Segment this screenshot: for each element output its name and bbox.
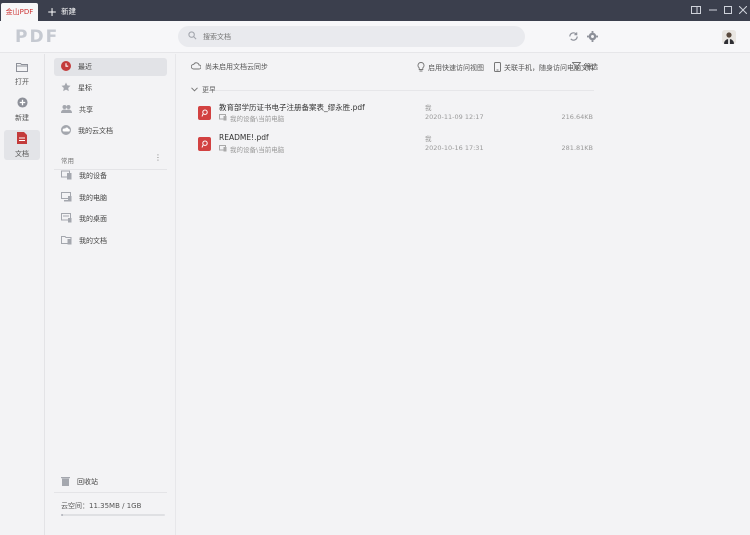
file-owner: 我 bbox=[425, 135, 432, 143]
sidebar-item-label: 回收站 bbox=[77, 478, 98, 486]
sidebar-item-label: 我的文档 bbox=[79, 237, 107, 245]
star-icon bbox=[61, 82, 71, 94]
section-common-label: 常用 bbox=[61, 157, 74, 165]
phone-icon bbox=[494, 62, 501, 74]
cloud-icon bbox=[190, 62, 202, 72]
sidebar-item-recent[interactable]: 最近 bbox=[54, 58, 167, 76]
close-icon[interactable] bbox=[737, 4, 749, 16]
cloud-sync-link[interactable]: 尚未启用文档云同步 bbox=[190, 62, 268, 72]
device-icon bbox=[61, 170, 72, 182]
tablet-mode-icon[interactable] bbox=[690, 4, 702, 16]
desktop-icon bbox=[61, 213, 72, 225]
search-input[interactable] bbox=[203, 32, 503, 41]
file-time: 2020-10-16 17:31 bbox=[425, 144, 484, 152]
file-location-text: 我的设备\当前电脑 bbox=[230, 115, 285, 123]
nav-open-label: 打开 bbox=[15, 77, 29, 86]
maximize-icon[interactable] bbox=[722, 4, 734, 16]
filter-icon bbox=[571, 62, 582, 72]
app-header: PDF bbox=[0, 21, 750, 53]
pdf-file-icon bbox=[198, 106, 211, 120]
tab-kingsoft-pdf[interactable]: 金山PDF bbox=[1, 3, 38, 21]
sidebar-item-my-desktop[interactable]: 我的桌面 bbox=[54, 210, 167, 228]
document-icon bbox=[17, 131, 27, 146]
tab-label: 金山PDF bbox=[5, 8, 34, 16]
device-icon bbox=[219, 113, 227, 123]
pdf-file-icon bbox=[198, 137, 211, 151]
file-owner: 我 bbox=[425, 104, 432, 112]
more-icon[interactable]: ⋮ bbox=[154, 153, 162, 162]
new-tab-label: 新建 bbox=[61, 7, 77, 16]
group-earlier-label: 更早 bbox=[202, 86, 216, 94]
device-icon bbox=[219, 144, 227, 154]
plus-icon: + bbox=[47, 4, 58, 19]
sidebar-item-my-documents[interactable]: 我的文档 bbox=[54, 232, 167, 250]
file-location: 我的设备\当前电脑 bbox=[219, 144, 284, 154]
file-time: 2020-11-09 12:17 bbox=[425, 113, 484, 121]
trash-icon bbox=[61, 476, 70, 488]
sidebar-item-label: 我的设备 bbox=[79, 172, 107, 180]
folder-doc-icon bbox=[61, 235, 72, 247]
nav-new-label: 新建 bbox=[15, 114, 29, 122]
filter-label: 筛选 bbox=[584, 63, 598, 71]
file-location-text: 我的设备\当前电脑 bbox=[230, 146, 285, 154]
sidebar: 最近 星标 共享 我的云文档 常用 ⋮ 我的设备 我的电脑 我的桌面 我的文档 … bbox=[46, 54, 176, 535]
toolbar-actions: 启用快速访问视图 关联手机，随身访问电脑文件 bbox=[417, 62, 595, 74]
left-nav: 打开 新建 文档 bbox=[0, 54, 45, 535]
computer-icon bbox=[61, 192, 72, 204]
file-location: 我的设备\当前电脑 bbox=[219, 113, 284, 123]
cloud-quota-label: 云空间：11.35MB / 1GB bbox=[61, 502, 142, 510]
sidebar-item-label: 星标 bbox=[78, 84, 92, 92]
plus-circle-icon bbox=[16, 97, 28, 110]
nav-documents-label: 文档 bbox=[15, 149, 29, 158]
filter-button[interactable]: 筛选 bbox=[571, 62, 598, 72]
file-name: 教育部学历证书电子注册备案表_缪永胜.pdf bbox=[219, 103, 365, 112]
people-icon bbox=[61, 104, 72, 116]
cloud-quota-bar bbox=[61, 514, 165, 516]
chevron-down-icon bbox=[191, 86, 198, 94]
nav-documents[interactable]: 文档 bbox=[4, 130, 40, 160]
main-content: 尚未启用文档云同步 启用快速访问视图 关联手机，随身访问电脑文件 筛选 更早 教… bbox=[177, 54, 750, 535]
folder-icon bbox=[16, 62, 28, 74]
search-bar[interactable] bbox=[178, 26, 525, 47]
sidebar-item-label: 我的桌面 bbox=[79, 215, 107, 223]
sidebar-item-my-device[interactable]: 我的设备 bbox=[54, 167, 167, 185]
sync-icon[interactable] bbox=[566, 29, 580, 43]
file-row[interactable]: 教育部学历证书电子注册备案表_缪永胜.pdf 我的设备\当前电脑 我 2020-… bbox=[191, 101, 593, 127]
divider bbox=[215, 90, 594, 91]
nav-open[interactable]: 打开 bbox=[4, 59, 40, 89]
sidebar-item-recycle-bin[interactable]: 回收站 bbox=[54, 473, 167, 491]
sidebar-item-shared[interactable]: 共享 bbox=[54, 101, 167, 119]
file-row[interactable]: README!.pdf 我的设备\当前电脑 我 2020-10-16 17:31… bbox=[191, 132, 593, 158]
file-size: 216.64KB bbox=[561, 113, 593, 121]
quick-access-button[interactable]: 启用快速访问视图 bbox=[417, 62, 484, 74]
toolbar: 尚未启用文档云同步 启用快速访问视图 关联手机，随身访问电脑文件 筛选 bbox=[177, 54, 750, 79]
sidebar-item-starred[interactable]: 星标 bbox=[54, 79, 167, 97]
gear-icon[interactable] bbox=[585, 29, 599, 43]
clock-icon bbox=[61, 61, 71, 73]
minimize-icon[interactable] bbox=[707, 4, 719, 16]
title-bar: 金山PDF + 新建 bbox=[0, 0, 750, 21]
cloud-quota-fill bbox=[61, 514, 63, 516]
pdf-logo: PDF bbox=[15, 27, 60, 47]
file-name: README!.pdf bbox=[219, 133, 269, 142]
nav-new[interactable]: 新建 bbox=[4, 95, 40, 125]
lightbulb-icon bbox=[417, 62, 425, 74]
sidebar-item-cloud-docs[interactable]: 我的云文档 bbox=[54, 122, 167, 140]
sidebar-item-label: 最近 bbox=[78, 63, 92, 71]
file-size: 281.81KB bbox=[561, 144, 593, 152]
search-icon bbox=[188, 31, 197, 42]
avatar[interactable] bbox=[722, 30, 736, 44]
sidebar-item-label: 我的电脑 bbox=[79, 194, 107, 202]
cloud-doc-icon bbox=[61, 125, 71, 137]
divider bbox=[54, 492, 167, 493]
new-tab-button[interactable]: + 新建 bbox=[47, 4, 76, 19]
quick-access-label: 启用快速访问视图 bbox=[428, 64, 484, 72]
sidebar-item-label: 我的云文档 bbox=[78, 127, 113, 135]
cloud-sync-label: 尚未启用文档云同步 bbox=[205, 63, 268, 71]
sidebar-item-my-computer[interactable]: 我的电脑 bbox=[54, 189, 167, 207]
sidebar-item-label: 共享 bbox=[79, 106, 93, 114]
